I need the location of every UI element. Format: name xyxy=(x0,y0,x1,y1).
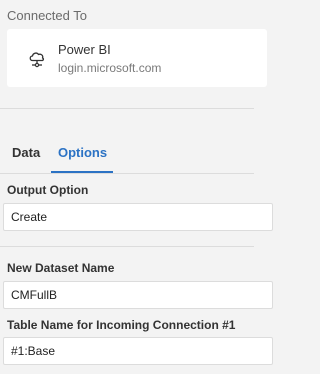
tab-data[interactable]: Data xyxy=(12,145,40,160)
dataset-name-input[interactable]: CMFullB xyxy=(3,281,273,309)
connected-to-title: Connected To xyxy=(7,8,87,23)
output-option-field[interactable]: Create xyxy=(3,203,273,231)
output-option-label: Output Option xyxy=(7,183,89,197)
tab-bar: Data Options xyxy=(0,140,254,173)
cloud-network-icon xyxy=(27,48,47,68)
divider xyxy=(0,108,254,109)
connection-card[interactable]: Power BI login.microsoft.com xyxy=(7,29,267,87)
connection-host: login.microsoft.com xyxy=(58,61,162,75)
dataset-name-label: New Dataset Name xyxy=(7,261,115,275)
tab-options[interactable]: Options xyxy=(58,145,107,160)
divider xyxy=(0,246,254,247)
connection-name: Power BI xyxy=(58,42,111,57)
table-name-label: Table Name for Incoming Connection #1 xyxy=(7,318,236,332)
tab-divider xyxy=(0,173,254,174)
table-name-input[interactable]: #1:Base xyxy=(3,337,273,365)
